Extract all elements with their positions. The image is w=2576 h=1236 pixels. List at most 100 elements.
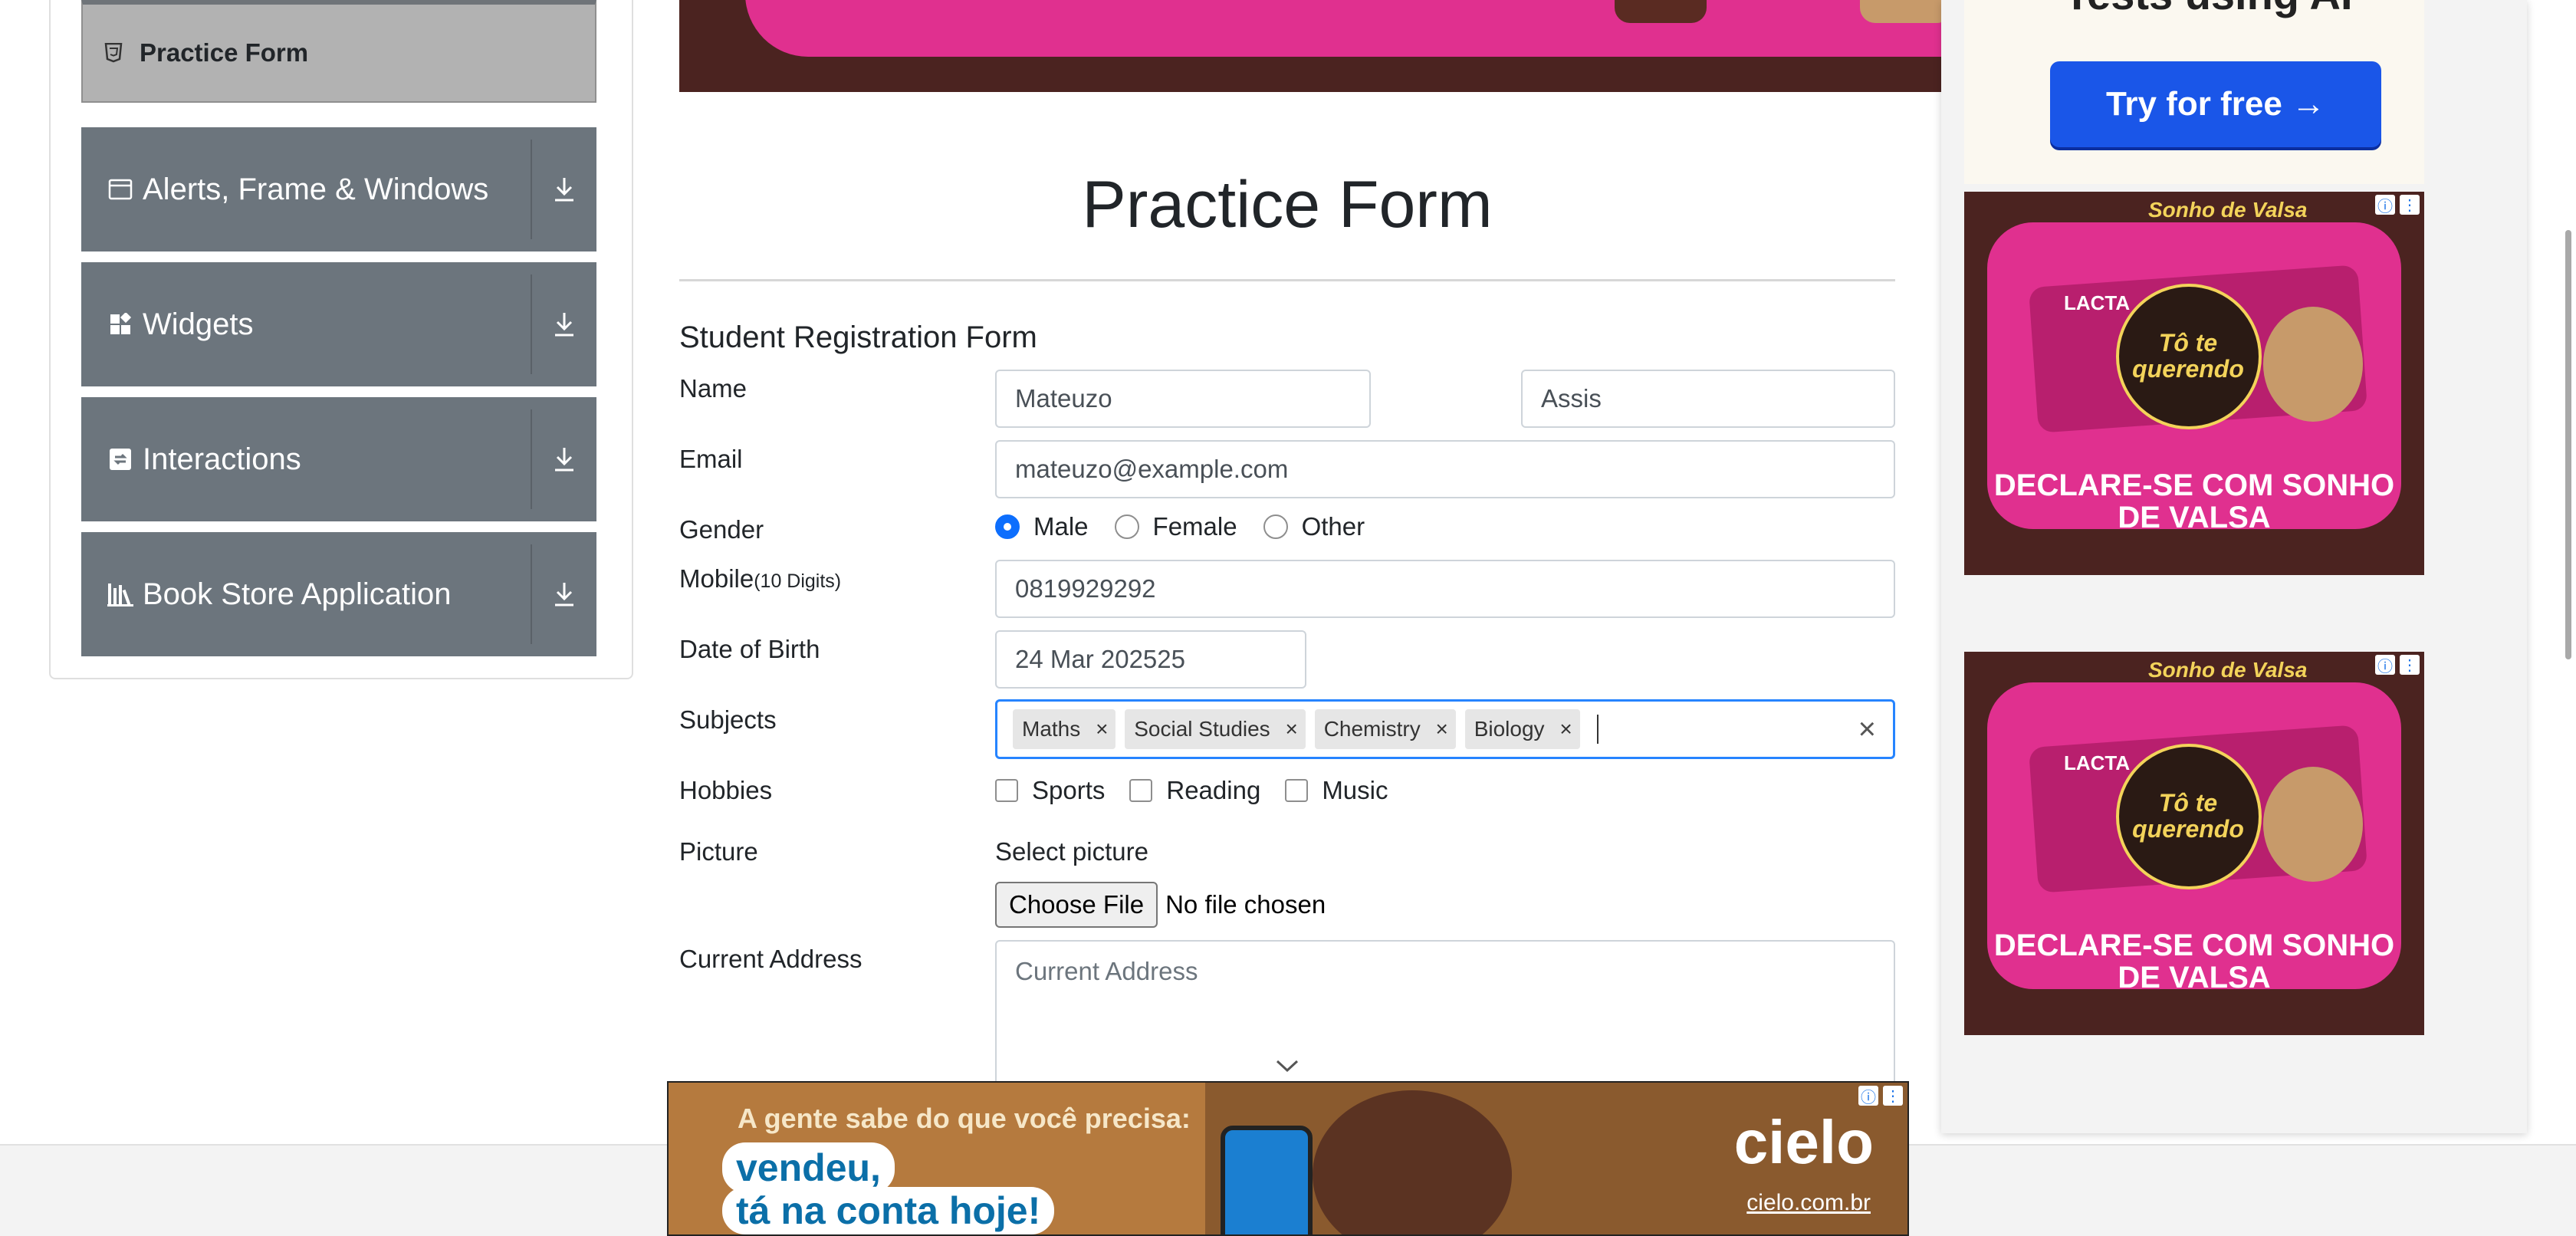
first-name-input[interactable]: Mateuzo: [995, 370, 1371, 428]
phone-image: [1221, 1126, 1313, 1234]
date-of-birth-input[interactable]: 24 Mar 202525: [995, 630, 1306, 689]
form-heading: Student Registration Form: [679, 321, 1037, 354]
ad-brand-text: Sonho de Valsa: [2148, 198, 2308, 222]
subject-chip-label: Maths: [1022, 717, 1081, 741]
ad-bonbon-image: [2263, 307, 2363, 422]
scrollbar-thumb[interactable]: [2565, 230, 2571, 659]
more-icon[interactable]: ⋮: [2400, 655, 2420, 675]
right-ad-column: Tests using AI Try for free → Sonho de V…: [1941, 0, 2527, 1133]
ad-top-panel[interactable]: Tests using AI Try for free →: [1964, 0, 2424, 184]
hobby-reading-checkbox[interactable]: [1129, 779, 1153, 802]
gender-male-label[interactable]: Male: [1033, 512, 1089, 541]
download-icon[interactable]: [543, 297, 586, 351]
sidebar-group-book-store[interactable]: Book Store Application: [81, 532, 596, 656]
clear-icon[interactable]: ×: [1858, 712, 1876, 746]
subjects-label: Subjects: [679, 705, 777, 734]
subjects-input[interactable]: Maths × Social Studies × Chemistry × Biolog…: [995, 699, 1895, 759]
subject-chip: Chemistry ×: [1314, 709, 1456, 749]
ad-info[interactable]: ⓘ ⋮: [1858, 1086, 1904, 1109]
chevron-down-icon: [1274, 1055, 1300, 1075]
window-icon: [107, 176, 133, 202]
gender-female-radio[interactable]: [1114, 514, 1139, 539]
choose-file-button[interactable]: Choose File: [995, 882, 1158, 928]
library-icon: [107, 581, 133, 607]
more-icon[interactable]: ⋮: [1883, 1086, 1903, 1106]
sidebar-group-widgets[interactable]: Widgets: [81, 262, 596, 386]
html5-icon: [104, 42, 123, 63]
last-name-input[interactable]: Assis: [1521, 370, 1895, 428]
subject-chip-label: Biology: [1474, 717, 1545, 741]
current-address-label: Current Address: [679, 945, 863, 973]
subject-chip-label: Chemistry: [1323, 717, 1421, 741]
mobile-label: Mobile(10 Digits): [679, 564, 841, 593]
ad-url[interactable]: cielo.com.br: [1746, 1190, 1871, 1216]
ad-headline-2: tá na conta hoje!: [722, 1187, 1055, 1234]
remove-chip-icon[interactable]: ×: [1278, 709, 1306, 749]
ad-circle-text: Tô te querendo: [2132, 789, 2244, 843]
sidebar-item-label: Practice Form: [140, 38, 309, 67]
sidebar-item-practice-form[interactable]: Practice Form: [81, 0, 596, 103]
hobby-sports-label[interactable]: Sports: [1032, 776, 1105, 805]
bottom-ad-banner[interactable]: A gente sabe do que você precisa: vendeu…: [667, 1081, 1909, 1236]
chocolate-ad-1[interactable]: Sonho de Valsa LACTA Tô te querendo DECL…: [1964, 192, 2424, 575]
sidebar-group-alerts[interactable]: Alerts, Frame & Windows: [81, 127, 596, 251]
hobbies-checkbox-group: Sports Reading Music: [995, 776, 1413, 805]
hobby-music-label[interactable]: Music: [1322, 776, 1388, 805]
remove-chip-icon[interactable]: ×: [1552, 709, 1580, 749]
hobby-music-option[interactable]: Music: [1285, 776, 1388, 805]
sidebar-group-label: Alerts, Frame & Windows: [143, 172, 489, 206]
select-picture-label: Select picture: [995, 837, 1148, 866]
ad-brand-text: Sonho de Valsa: [2148, 658, 2308, 682]
hobby-reading-option[interactable]: Reading: [1129, 776, 1260, 805]
sidebar-group-interactions[interactable]: Interactions: [81, 397, 596, 521]
hobby-sports-checkbox[interactable]: [995, 779, 1018, 802]
sidebar-group-label: Widgets: [143, 307, 254, 341]
gender-male-option[interactable]: Male: [995, 512, 1089, 541]
gender-male-radio[interactable]: [995, 514, 1020, 539]
ad-slogan: DECLARE-SE COM SONHO DE VALSA: [1993, 929, 2395, 994]
separator: [531, 544, 532, 644]
mobile-input[interactable]: 0819929292: [995, 560, 1895, 618]
page-title: Practice Form: [1082, 168, 1493, 242]
subject-chip: Social Studies ×: [1125, 709, 1306, 749]
gender-other-radio[interactable]: [1263, 514, 1288, 539]
info-icon[interactable]: ⓘ: [1858, 1086, 1878, 1106]
gender-label: Gender: [679, 515, 764, 544]
separator: [531, 409, 532, 509]
gender-other-option[interactable]: Other: [1263, 512, 1365, 541]
gender-female-label[interactable]: Female: [1153, 512, 1237, 541]
info-icon[interactable]: ⓘ: [2375, 655, 2395, 676]
info-icon[interactable]: ⓘ: [2375, 195, 2395, 215]
ad-headline-1: vendeu,: [722, 1142, 895, 1193]
ad-tagline: A gente sabe do que você precisa:: [738, 1103, 1191, 1134]
sidebar-group-label: Interactions: [143, 442, 301, 476]
ad-info[interactable]: ⓘ ⋮: [2375, 655, 2421, 678]
ad-maker-text: LACTA: [2064, 291, 2131, 314]
ad-circle-text: Tô te querendo: [2132, 329, 2244, 383]
hobby-music-checkbox[interactable]: [1285, 779, 1309, 802]
top-ad-banner[interactable]: [679, 0, 1941, 92]
name-label: Name: [679, 374, 748, 403]
ad-brand-logo: cielo: [1733, 1108, 1874, 1176]
subject-chip: Maths ×: [1013, 709, 1116, 749]
gender-other-label[interactable]: Other: [1302, 512, 1365, 541]
email-input[interactable]: mateuzo@example.com: [995, 440, 1895, 498]
download-icon[interactable]: [543, 163, 586, 216]
try-for-free-button[interactable]: Try for free →: [2050, 61, 2381, 147]
ad-product-image: [1860, 0, 1941, 23]
hobby-reading-label[interactable]: Reading: [1166, 776, 1260, 805]
widgets-icon: [107, 311, 133, 337]
dob-label: Date of Birth: [679, 635, 820, 663]
remove-chip-icon[interactable]: ×: [1088, 709, 1116, 749]
download-icon[interactable]: [543, 567, 586, 621]
remove-chip-icon[interactable]: ×: [1428, 709, 1456, 749]
hobby-sports-option[interactable]: Sports: [995, 776, 1105, 805]
separator: [531, 274, 532, 374]
download-icon[interactable]: [543, 432, 586, 486]
chocolate-ad-2[interactable]: Sonho de Valsa LACTA Tô te querendo DECL…: [1964, 652, 2424, 1035]
ad-background: [745, 0, 1941, 57]
more-icon[interactable]: ⋮: [2400, 195, 2420, 215]
current-address-textarea[interactable]: Current Address: [995, 940, 1895, 1093]
ad-info[interactable]: ⓘ ⋮: [2375, 195, 2421, 218]
gender-female-option[interactable]: Female: [1114, 512, 1237, 541]
